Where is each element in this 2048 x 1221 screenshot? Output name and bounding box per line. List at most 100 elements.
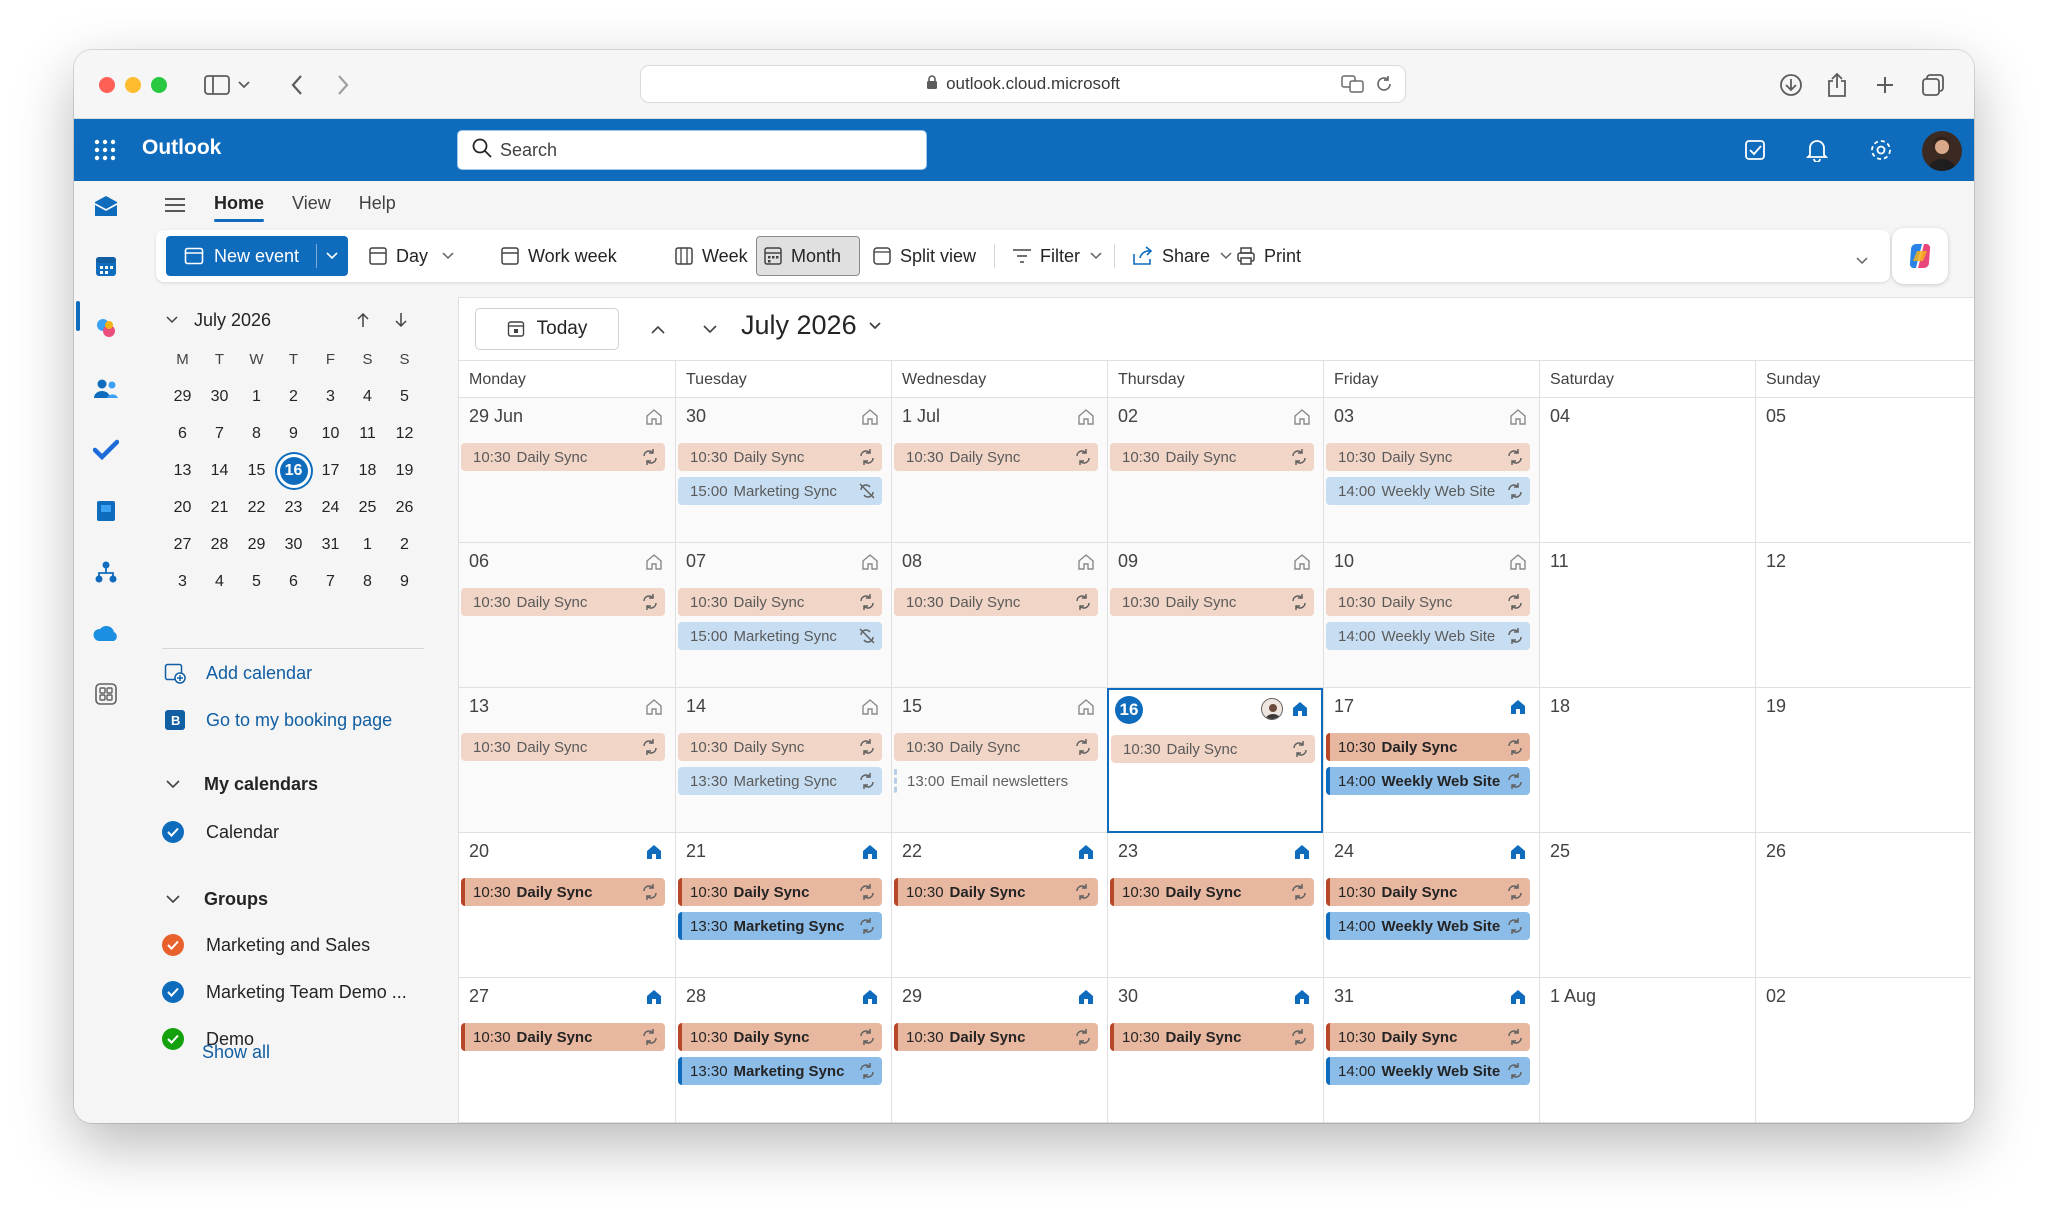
filter-button[interactable]: Filter [1006,236,1108,276]
work-location-icon[interactable] [645,988,663,1011]
group-item-marketing-sales[interactable]: Marketing and Sales [160,930,370,960]
calendar-event[interactable]: 10:30 Daily Sync [678,588,882,616]
day-cell[interactable]: 31 10:30 Daily Sync 14:00 Weekly Web Site [1323,978,1539,1123]
calendar-event[interactable]: 15:00 Marketing Sync [678,622,882,650]
day-number[interactable]: 20 [469,841,489,862]
work-location-icon[interactable] [861,553,879,576]
calendar-event[interactable]: 10:30 Daily Sync [1326,443,1530,471]
calendar-event[interactable]: 10:30 Daily Sync [894,733,1098,761]
new-event-button[interactable]: New event [166,236,348,276]
work-location-icon[interactable] [1293,408,1311,431]
day-cell[interactable]: 30 10:30 Daily Sync [1107,978,1323,1123]
calendar-event[interactable]: 10:30 Daily Sync [1111,735,1315,763]
checkbox-checked-icon[interactable] [162,1028,184,1050]
work-location-icon[interactable] [1509,988,1527,1011]
day-number[interactable]: 16 [1115,696,1143,724]
calendar-event[interactable]: 10:30 Daily Sync [1110,1023,1314,1051]
work-location-icon[interactable] [1291,700,1309,723]
calendar-event[interactable]: 13:30 Marketing Sync [678,767,882,795]
day-number[interactable]: 30 [686,406,706,427]
more-apps-icon[interactable] [89,677,123,711]
mini-day[interactable]: 15 [238,452,275,489]
minimize-window-button[interactable] [125,77,141,93]
calendar-event[interactable]: 10:30 Daily Sync [894,443,1098,471]
day-number[interactable]: 04 [1550,406,1570,427]
work-location-icon[interactable] [1077,843,1095,866]
day-number[interactable]: 02 [1766,986,1786,1007]
day-cell[interactable]: 13 10:30 Daily Sync [459,688,675,833]
checkbox-checked-icon[interactable] [162,821,184,843]
split-view-button[interactable]: Split view [866,236,982,276]
day-number[interactable]: 21 [686,841,706,862]
mini-day[interactable]: 3 [164,563,201,600]
day-cell[interactable]: 1 Jul 10:30 Daily Sync [891,398,1107,543]
mini-day[interactable]: 11 [349,415,386,452]
my-calendars-header[interactable]: My calendars [160,769,318,799]
arrow-up-icon[interactable] [356,312,370,328]
onedrive-icon[interactable] [89,616,123,650]
mini-day[interactable]: 25 [349,489,386,526]
avatar[interactable] [1922,131,1962,171]
day-cell[interactable]: 22 10:30 Daily Sync [891,833,1107,978]
mini-day[interactable]: 30 [201,378,238,415]
share-button[interactable]: Share [1126,236,1238,276]
calendar-event[interactable]: 10:30 Daily Sync [1110,443,1314,471]
mini-day[interactable]: 14 [201,452,238,489]
calendar-event[interactable]: 10:30 Daily Sync [1326,733,1530,761]
calendar-event[interactable]: 14:00 Weekly Web Site [1326,912,1530,940]
work-location-icon[interactable] [861,698,879,721]
day-cell[interactable]: 20 10:30 Daily Sync [459,833,675,978]
tab-overview-icon[interactable] [1916,68,1950,102]
mini-day[interactable]: 29 [238,526,275,563]
work-location-icon[interactable] [1077,408,1095,431]
day-number[interactable]: 06 [469,551,489,572]
day-cell[interactable]: 05 [1755,398,1971,543]
calendar-event[interactable]: 10:30 Daily Sync [894,878,1098,906]
add-calendar-link[interactable]: Add calendar [162,658,312,688]
day-number[interactable]: 15 [902,696,922,717]
work-location-icon[interactable] [1509,843,1527,866]
calendar-event[interactable]: 10:30 Daily Sync [461,588,665,616]
today-button[interactable]: Today [475,308,619,350]
calendar-event[interactable]: 13:00 Email newsletters [894,767,1098,795]
forward-icon[interactable] [326,68,360,102]
mini-day[interactable]: 13 [164,452,201,489]
print-button[interactable]: Print [1230,236,1307,276]
ribbon-expand-icon[interactable] [1856,252,1868,270]
calendar-event[interactable]: 13:30 Marketing Sync [678,1057,882,1085]
day-cell[interactable]: 11 [1539,543,1755,688]
group-item-marketing-team-demo[interactable]: Marketing Team Demo ... [160,977,407,1007]
work-location-icon[interactable] [1293,553,1311,576]
day-number[interactable]: 1 Aug [1550,986,1596,1007]
day-view-button[interactable]: Day [362,236,460,276]
calendar-event[interactable]: 10:30 Daily Sync [461,733,665,761]
day-cell[interactable]: 1 Aug [1539,978,1755,1123]
mini-day[interactable]: 2 [386,526,423,563]
day-cell[interactable]: 29 Jun 10:30 Daily Sync [459,398,675,543]
mini-day[interactable]: 2 [275,378,312,415]
mini-day[interactable]: 28 [201,526,238,563]
calendar-item[interactable]: Calendar [160,817,279,847]
checkbox-checked-icon[interactable] [162,981,184,1003]
work-location-icon[interactable] [1293,843,1311,866]
mini-day[interactable]: 21 [201,489,238,526]
mini-day[interactable]: 12 [386,415,423,452]
day-number[interactable]: 25 [1550,841,1570,862]
day-number[interactable]: 24 [1334,841,1354,862]
mini-day[interactable]: 29 [164,378,201,415]
day-cell[interactable]: 07 10:30 Daily Sync 15:00 Marketing Sync [675,543,891,688]
checkbox-checked-icon[interactable] [162,934,184,956]
day-number[interactable]: 1 Jul [902,406,940,427]
mini-day[interactable]: 27 [164,526,201,563]
mini-day[interactable]: 4 [201,563,238,600]
mini-day[interactable]: 19 [386,452,423,489]
groups-header[interactable]: Groups [160,884,268,914]
day-cell[interactable]: 26 [1755,833,1971,978]
close-window-button[interactable] [99,77,115,93]
work-location-icon[interactable] [645,843,663,866]
mini-day[interactable]: 9 [386,563,423,600]
new-tab-icon[interactable] [1868,68,1902,102]
day-cell[interactable]: 04 [1539,398,1755,543]
calendar-event[interactable]: 10:30 Daily Sync [1326,878,1530,906]
calendar-event[interactable]: 15:00 Marketing Sync [678,477,882,505]
